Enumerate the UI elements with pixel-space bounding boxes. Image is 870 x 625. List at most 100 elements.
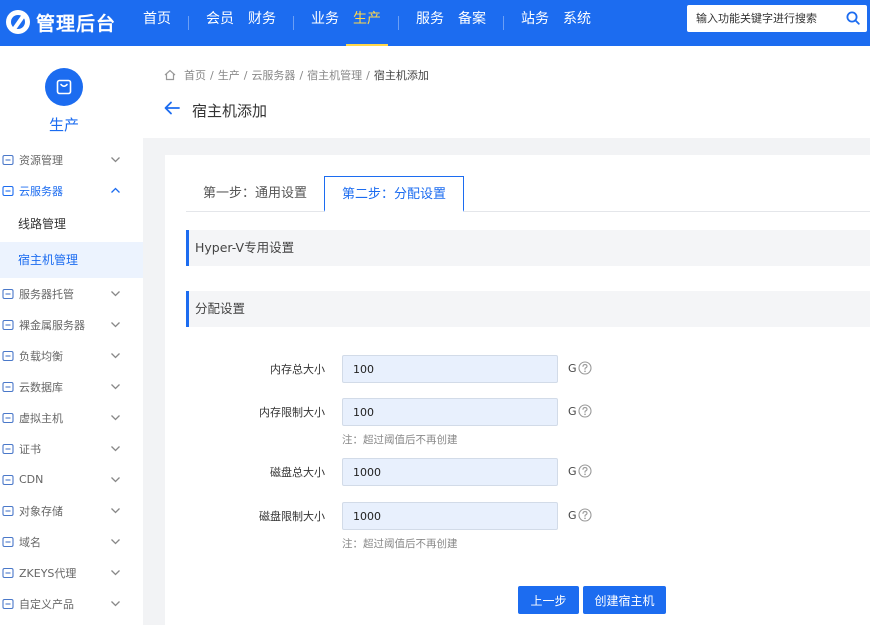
nav-item-filing[interactable]: 备案 <box>451 0 493 46</box>
sidebar-item-label: 负载均衡 <box>19 349 63 363</box>
content-card: 第一步：通用设置 第二步：分配设置 Hyper-V专用设置 分配设置 内存总大小… <box>165 155 870 625</box>
help-icon[interactable] <box>578 464 592 478</box>
sidebar-item[interactable]: 域名 <box>0 526 143 557</box>
sidebar-item[interactable]: 云服务器 <box>0 175 143 206</box>
nav-item-production[interactable]: 生产 <box>346 0 388 46</box>
help-icon[interactable] <box>578 508 592 522</box>
logo[interactable]: 管理后台 <box>6 7 116 37</box>
memory-limit-note: 注：超过阈值后不再创建 <box>342 434 458 446</box>
virtual-host-icon <box>2 412 14 424</box>
page-title: 宿主机添加 <box>192 102 268 120</box>
nav-separator <box>398 16 399 30</box>
form-row-memory-limit: 内存限制大小 G <box>165 398 870 426</box>
breadcrumb-separator: / <box>299 68 304 82</box>
search-icon[interactable] <box>846 11 860 25</box>
breadcrumb-separator: / <box>243 68 248 82</box>
top-nav: 首页 会员 财务 业务 生产 服务 备案 站务 系统 <box>136 0 598 46</box>
nav-item-service[interactable]: 服务 <box>409 0 451 46</box>
back-arrow-icon[interactable] <box>164 101 180 115</box>
help-icon[interactable] <box>578 404 592 418</box>
sidebar-item-label: 对象存储 <box>19 504 63 518</box>
breadcrumb-current: 宿主机添加 <box>373 69 429 82</box>
home-icon[interactable] <box>164 69 176 81</box>
sidebar-item[interactable]: ZKEYS代理 <box>0 557 143 588</box>
breadcrumb-separator: / <box>210 68 214 82</box>
sidebar-item[interactable]: 证书 <box>0 433 143 464</box>
server-icon <box>2 288 14 300</box>
nav-item-finance[interactable]: 财务 <box>241 0 283 46</box>
breadcrumb-home[interactable]: 首页 <box>184 67 206 83</box>
agent-icon <box>2 567 14 579</box>
breadcrumb: 首页 / 生产 / 云服务器 / 宿主机管理 / 宿主机添加 <box>164 67 429 83</box>
sidebar-item-label: 资源管理 <box>19 153 63 167</box>
prev-step-button[interactable]: 上一步 <box>518 586 579 614</box>
disk-limit-label: 磁盘限制大小 <box>259 510 325 523</box>
sidebar-item[interactable]: CDN <box>0 464 143 495</box>
sidebar-item-label: 云服务器 <box>19 184 63 198</box>
sidebar-item[interactable]: 对象存储 <box>0 495 143 526</box>
breadcrumb-separator: / <box>366 68 370 82</box>
memory-limit-unit: G <box>568 405 577 418</box>
nav-item-system[interactable]: 系统 <box>556 0 598 46</box>
tab-allocation-settings[interactable]: 第二步：分配设置 <box>324 176 465 212</box>
disk-total-label: 磁盘总大小 <box>270 466 325 479</box>
sidebar-item[interactable]: 虚拟主机 <box>0 402 143 433</box>
section-hyperv: Hyper-V专用设置 <box>186 230 870 266</box>
bag-icon <box>56 79 72 95</box>
chevron-down-icon <box>111 157 120 163</box>
chevron-down-icon <box>111 353 120 359</box>
disk-total-input[interactable] <box>342 458 558 486</box>
sidebar-item-label: 服务器托管 <box>19 287 74 301</box>
help-icon[interactable] <box>578 361 592 375</box>
chevron-down-icon <box>111 570 120 576</box>
globe-icon <box>2 536 14 548</box>
cdn-icon <box>2 474 14 486</box>
chevron-down-icon <box>111 539 120 545</box>
page-header: 首页 / 生产 / 云服务器 / 宿主机管理 / 宿主机添加 宿主机添加 <box>143 46 870 138</box>
top-bar: 管理后台 首页 会员 财务 业务 生产 服务 备案 站务 系统 <box>0 0 870 46</box>
disk-total-unit: G <box>568 465 577 478</box>
nav-separator <box>503 16 504 30</box>
memory-limit-label: 内存限制大小 <box>259 406 325 419</box>
nav-item-members[interactable]: 会员 <box>199 0 241 46</box>
step-tabs: 第一步：通用设置 第二步：分配设置 <box>186 176 465 212</box>
sidebar-item[interactable]: 资源管理 <box>0 144 143 175</box>
breadcrumb-host-management[interactable]: 宿主机管理 <box>307 67 362 83</box>
chevron-down-icon <box>111 415 120 421</box>
chevron-down-icon <box>111 477 120 483</box>
search-input[interactable] <box>687 5 837 32</box>
sidebar-subitem[interactable]: 线路管理 <box>0 206 143 242</box>
disk-limit-input[interactable] <box>342 502 558 530</box>
breadcrumb-production[interactable]: 生产 <box>218 67 240 83</box>
sidebar-header: 生产 <box>0 46 143 144</box>
sidebar-subitem[interactable]: 宿主机管理 <box>0 242 143 278</box>
storage-icon <box>2 505 14 517</box>
chevron-down-icon <box>111 508 120 514</box>
sidebar-item-label: 自定义产品 <box>19 597 74 611</box>
production-badge <box>45 68 83 106</box>
form-row-memory-total: 内存总大小 G <box>165 355 870 383</box>
chevron-down-icon <box>111 291 120 297</box>
chevron-down-icon <box>111 446 120 452</box>
sidebar-title: 生产 <box>48 116 79 134</box>
nav-separator <box>188 16 189 30</box>
load-balancer-icon <box>2 350 14 362</box>
memory-total-input[interactable] <box>342 355 558 383</box>
tab-general-settings[interactable]: 第一步：通用设置 <box>186 176 324 212</box>
nav-item-site[interactable]: 站务 <box>514 0 556 46</box>
cloud-icon <box>2 185 14 197</box>
create-host-button[interactable]: 创建宿主机 <box>583 586 666 614</box>
sidebar-item[interactable]: 负载均衡 <box>0 340 143 371</box>
memory-limit-input[interactable] <box>342 398 558 426</box>
nav-item-home[interactable]: 首页 <box>136 0 178 46</box>
nav-item-business[interactable]: 业务 <box>304 0 346 46</box>
sidebar-item-label: 虚拟主机 <box>19 411 63 425</box>
sidebar-item[interactable]: 自定义产品 <box>0 588 143 619</box>
sidebar-item[interactable]: 裸金属服务器 <box>0 309 143 340</box>
chevron-up-icon <box>111 187 120 193</box>
form-row-disk-limit: 磁盘限制大小 G <box>165 502 870 530</box>
sidebar-item-label: 域名 <box>19 535 41 549</box>
sidebar-item[interactable]: 服务器托管 <box>0 278 143 309</box>
sidebar-item[interactable]: 云数据库 <box>0 371 143 402</box>
breadcrumb-cloud-server[interactable]: 云服务器 <box>251 67 295 83</box>
